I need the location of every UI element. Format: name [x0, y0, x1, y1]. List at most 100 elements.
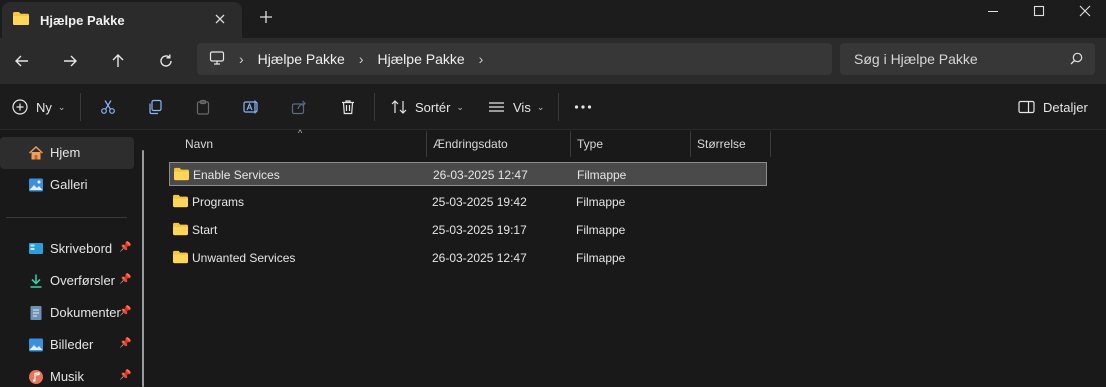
title-bar: Hjælpe Pakke [0, 0, 1106, 38]
back-button[interactable] [8, 48, 36, 74]
maximize-icon[interactable] [1016, 0, 1062, 22]
up-button[interactable] [104, 48, 132, 74]
file-type: Filmappe [576, 251, 626, 265]
cut-button[interactable] [100, 94, 116, 120]
chevron-down-icon: ⌄ [456, 101, 464, 112]
sort-button[interactable]: Sortér ⌄ [390, 94, 464, 120]
paste-button[interactable] [195, 94, 211, 120]
chevron-right-icon[interactable]: › [479, 51, 484, 67]
more-options-button[interactable] [574, 94, 592, 120]
this-pc-icon[interactable] [209, 50, 225, 69]
breadcrumb-item[interactable]: Hjælpe Pakke [258, 51, 345, 67]
column-header-label: Navn [185, 137, 214, 151]
gallery-icon [28, 177, 44, 193]
file-modified: 25-03-2025 19:42 [432, 195, 527, 209]
column-header-label: Type [577, 137, 604, 151]
column-header-label: Ændringsdato [433, 137, 508, 151]
sidebar-item-label: Hjem [50, 145, 81, 160]
sidebar-item-downloads[interactable]: Overførsler 📌 [0, 265, 134, 297]
search-placeholder: Søg i Hjælpe Pakke [854, 51, 978, 67]
sidebar-item-documents[interactable]: Dokumenter 📌 [0, 297, 134, 329]
table-row[interactable]: Unwanted Services 26-03-2025 12:47 Filma… [169, 246, 767, 270]
chevron-right-icon[interactable]: › [359, 51, 364, 67]
search-icon[interactable] [1070, 52, 1083, 68]
sidebar-item-home[interactable]: Hjem [0, 137, 134, 169]
plus-icon[interactable] [256, 8, 276, 28]
pin-icon[interactable]: 📌 [119, 306, 131, 317]
scissors-icon [101, 100, 115, 114]
column-header-label: Størrelse [697, 137, 746, 151]
view-button[interactable]: Vis ⌄ [488, 94, 544, 120]
sidebar-item-label: Musik [50, 369, 84, 384]
file-name: Enable Services [193, 168, 280, 182]
table-row[interactable]: Enable Services 26-03-2025 12:47 Filmapp… [169, 162, 767, 186]
divider [80, 93, 81, 121]
address-bar[interactable]: › Hjælpe Pakke › Hjælpe Pakke › [197, 43, 832, 75]
divider [6, 217, 127, 218]
search-input[interactable]: Søg i Hjælpe Pakke [840, 43, 1095, 75]
sidebar-item-pictures[interactable]: Billeder 📌 [0, 329, 134, 361]
close-icon[interactable] [212, 11, 228, 27]
pictures-icon [28, 337, 44, 353]
window-close-icon[interactable] [1062, 0, 1106, 22]
navigation-pane: Hjem Galleri Skrivebord 📌 Overførsler 📌 … [0, 131, 146, 387]
arrow-right-icon [64, 55, 77, 67]
file-name: Unwanted Services [192, 251, 296, 265]
folder-icon [172, 250, 189, 267]
navigation-bar: › Hjælpe Pakke › Hjælpe Pakke › Søg i Hj… [0, 38, 1106, 84]
tab-hjaelpe-pakke[interactable]: Hjælpe Pakke [2, 2, 242, 38]
details-button[interactable]: Detaljer [1018, 94, 1088, 120]
pin-icon[interactable]: 📌 [119, 370, 131, 381]
more-icon [574, 105, 592, 109]
view-label: Vis [513, 99, 531, 115]
column-divider[interactable] [770, 131, 771, 157]
pin-icon[interactable]: 📌 [119, 338, 131, 349]
chevron-down-icon: ⌄ [536, 101, 545, 112]
new-button[interactable]: Ny ⌄ [12, 94, 65, 120]
share-button[interactable] [291, 94, 307, 120]
breadcrumb-item[interactable]: Hjælpe Pakke [378, 51, 465, 67]
trash-icon [342, 100, 354, 115]
copy-button[interactable] [147, 94, 163, 120]
refresh-button[interactable] [152, 48, 180, 74]
share-icon [291, 100, 306, 115]
column-header-type[interactable]: Type [571, 131, 690, 157]
file-type: Filmappe [577, 168, 627, 182]
sidebar-scrollbar[interactable] [142, 150, 144, 387]
sidebar-item-label: Galleri [50, 177, 88, 192]
arrow-left-icon [15, 55, 28, 67]
delete-button[interactable] [340, 94, 356, 120]
folder-icon [12, 11, 30, 29]
table-row[interactable]: Programs 25-03-2025 19:42 Filmappe [169, 190, 767, 214]
sidebar-item-desktop[interactable]: Skrivebord 📌 [0, 233, 134, 265]
rename-icon [243, 100, 258, 114]
folder-icon [172, 194, 189, 211]
folder-icon [173, 167, 190, 184]
sidebar-item-label: Dokumenter [50, 305, 121, 320]
arrow-up-icon [112, 54, 124, 67]
sort-icon [391, 100, 407, 114]
sidebar-item-label: Overførsler [50, 273, 115, 288]
folder-icon [172, 222, 189, 239]
add-circle-icon [12, 99, 28, 115]
file-name: Programs [192, 195, 245, 209]
rename-button[interactable] [243, 94, 261, 120]
forward-button[interactable] [56, 48, 84, 74]
tab-title: Hjælpe Pakke [40, 12, 125, 28]
sidebar-item-music[interactable]: Musik 📌 [0, 361, 134, 387]
sidebar-item-label: Billeder [50, 337, 94, 352]
column-header-modified[interactable]: Ændringsdato [427, 131, 570, 157]
column-header-name[interactable]: Navn [179, 131, 425, 157]
sidebar-item-gallery[interactable]: Galleri [0, 169, 134, 201]
column-header-size[interactable]: Størrelse [691, 131, 770, 157]
details-label: Detaljer [1043, 99, 1088, 115]
chevron-right-icon[interactable]: › [239, 51, 244, 67]
download-icon [28, 273, 44, 289]
file-modified: 26-03-2025 12:47 [432, 251, 527, 265]
copy-icon [149, 99, 162, 115]
minimize-icon[interactable] [970, 0, 1016, 22]
table-row[interactable]: Start 25-03-2025 19:17 Filmappe [169, 218, 767, 242]
pin-icon[interactable]: 📌 [119, 242, 131, 253]
file-type: Filmappe [576, 195, 626, 209]
pin-icon[interactable]: 📌 [119, 274, 131, 285]
